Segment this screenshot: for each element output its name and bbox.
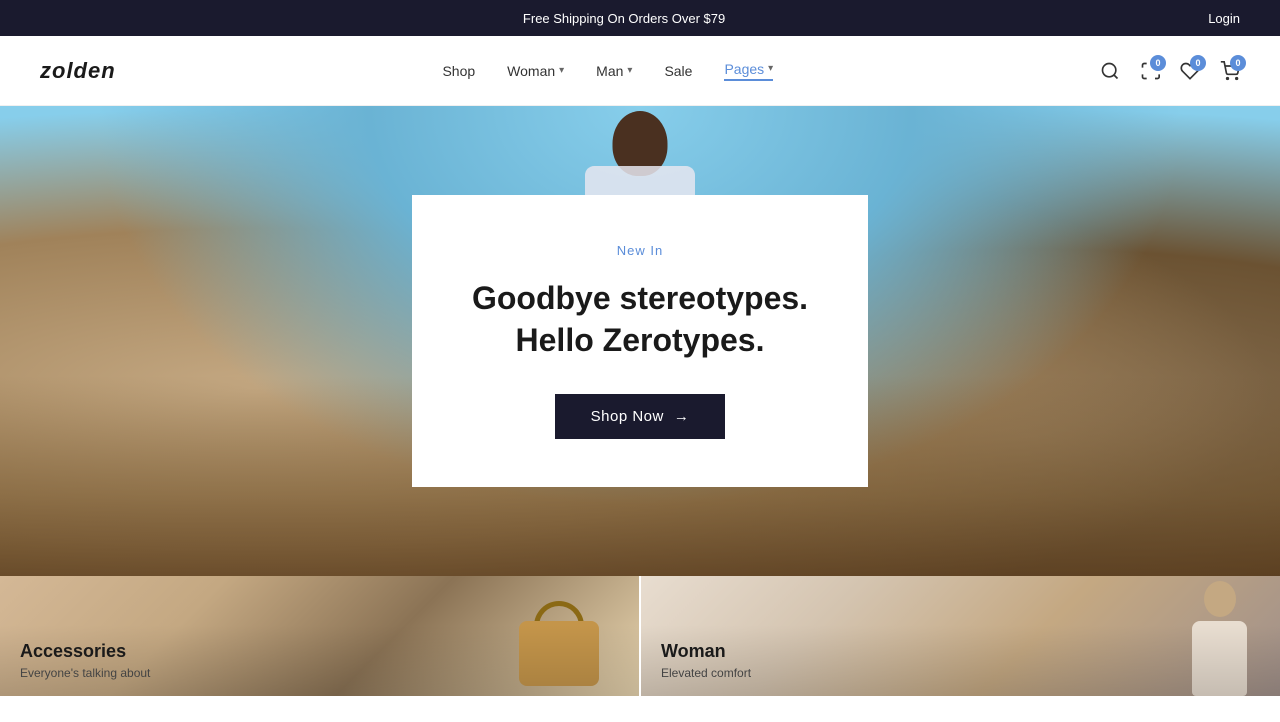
cart-button[interactable]: 0 — [1220, 61, 1240, 81]
site-logo[interactable]: zolden — [40, 58, 116, 84]
woman-text: Woman Elevated comfort — [641, 625, 1280, 696]
nav-sale[interactable]: Sale — [664, 63, 692, 79]
wishlist-badge: 0 — [1190, 55, 1206, 71]
woman-title: Woman — [661, 641, 1260, 662]
site-header: zolden Shop Woman ▾ Man ▾ Sale Pages ▾ — [0, 36, 1280, 106]
accessories-text: Accessories Everyone's talking about — [0, 625, 639, 696]
header-icons: 0 0 0 — [1100, 61, 1240, 81]
nav-man[interactable]: Man ▾ — [596, 63, 632, 79]
nav-woman[interactable]: Woman ▾ — [507, 63, 564, 79]
hero-section: New In Goodbye stereotypes. Hello Zeroty… — [0, 106, 1280, 576]
woman-head — [1204, 581, 1236, 617]
chevron-down-icon: ▾ — [559, 65, 564, 76]
hero-card: New In Goodbye stereotypes. Hello Zeroty… — [412, 195, 868, 486]
chevron-down-icon: ▾ — [627, 65, 632, 76]
accessories-subtitle: Everyone's talking about — [20, 666, 619, 680]
category-cards: Accessories Everyone's talking about Wom… — [0, 576, 1280, 696]
hero-tag: New In — [472, 243, 808, 258]
login-link[interactable]: Login — [1208, 11, 1240, 26]
cart-badge: 0 — [1230, 55, 1246, 71]
search-button[interactable] — [1100, 61, 1120, 81]
search-icon — [1100, 61, 1120, 81]
main-nav: Shop Woman ▾ Man ▾ Sale Pages ▾ — [442, 61, 773, 81]
nav-pages[interactable]: Pages ▾ — [724, 61, 773, 81]
category-card-woman[interactable]: Woman Elevated comfort — [641, 576, 1280, 696]
hero-title: Goodbye stereotypes. Hello Zerotypes. — [472, 278, 808, 361]
shop-now-button[interactable]: Shop Now → — [555, 394, 726, 439]
wishlist-button[interactable]: 0 — [1180, 61, 1200, 81]
chevron-down-icon: ▾ — [768, 63, 773, 74]
woman-subtitle: Elevated comfort — [661, 666, 1260, 680]
shipping-notice: Free Shipping On Orders Over $79 — [40, 11, 1208, 26]
nav-shop[interactable]: Shop — [442, 63, 475, 79]
arrow-icon: → — [674, 408, 690, 425]
accessories-title: Accessories — [20, 641, 619, 662]
category-card-accessories[interactable]: Accessories Everyone's talking about — [0, 576, 639, 696]
compare-button[interactable]: 0 — [1140, 61, 1160, 81]
top-bar: Free Shipping On Orders Over $79 Login — [0, 0, 1280, 36]
compare-badge: 0 — [1150, 55, 1166, 71]
